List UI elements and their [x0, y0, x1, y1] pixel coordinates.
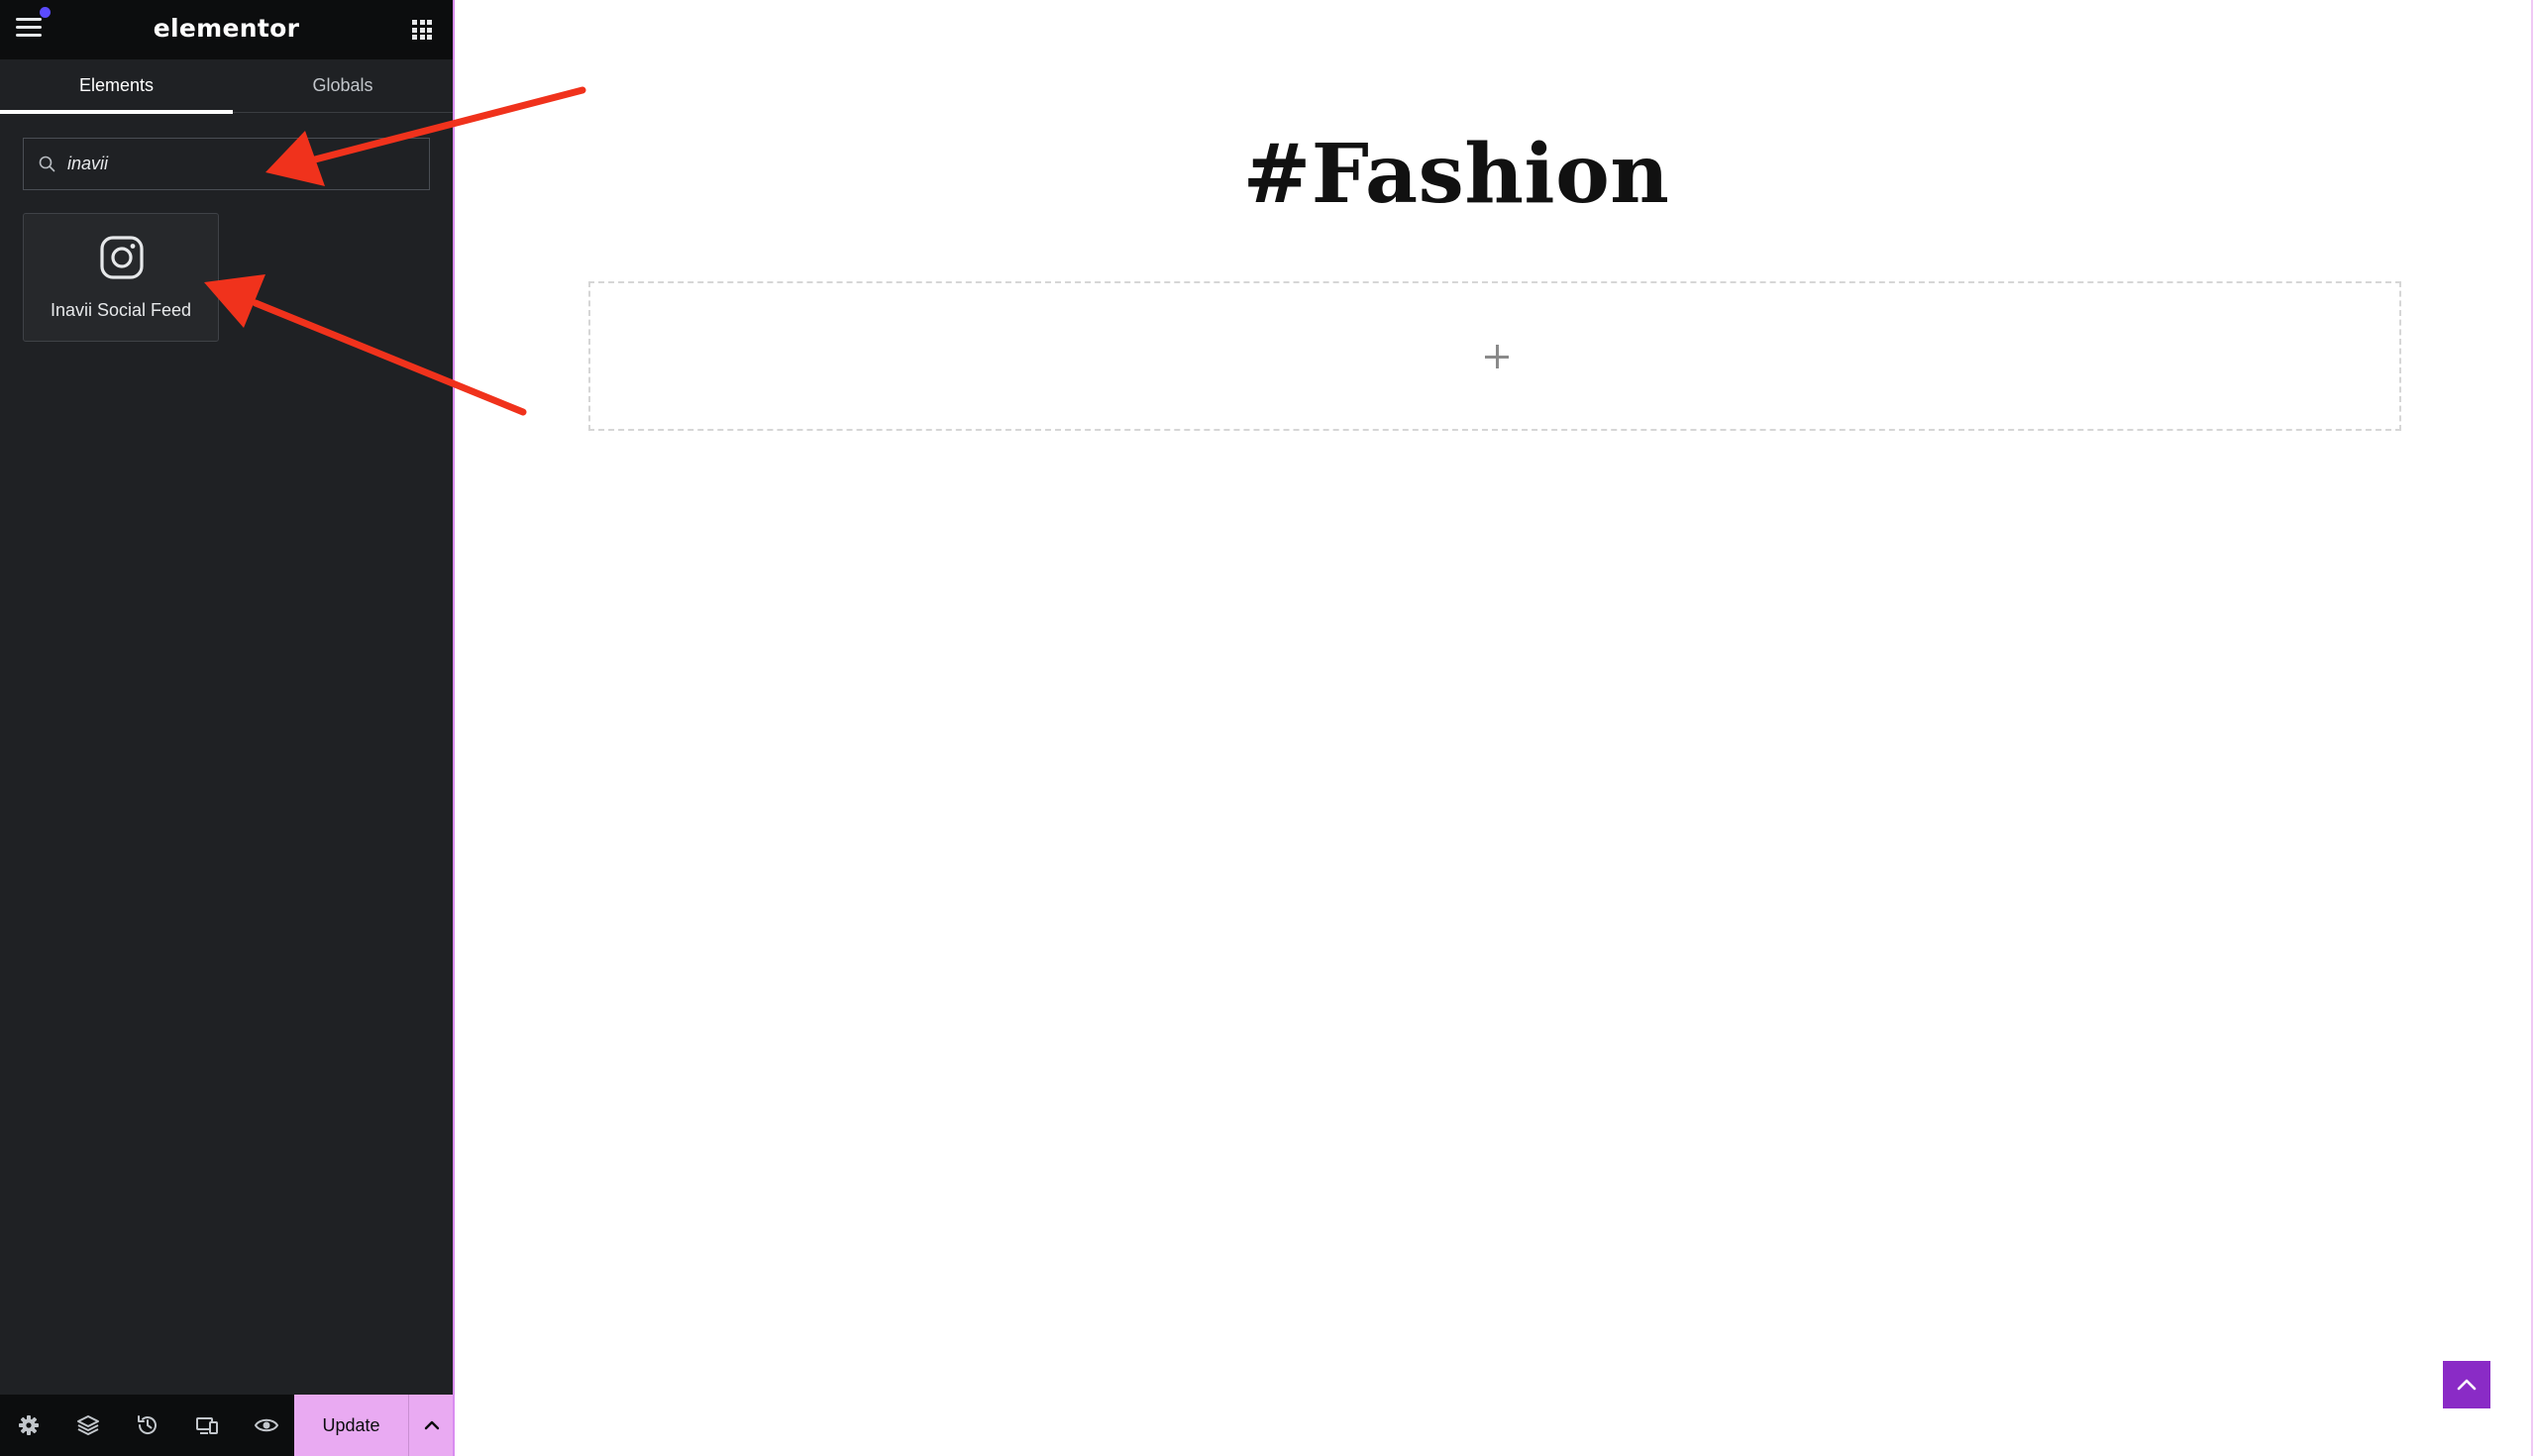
panel-header: elementor — [0, 0, 453, 59]
layers-icon[interactable] — [75, 1412, 101, 1438]
widgets-grid-icon[interactable] — [412, 20, 432, 40]
settings-icon[interactable] — [16, 1412, 42, 1438]
plus-icon[interactable] — [1485, 345, 1511, 370]
update-button[interactable]: Update — [294, 1395, 408, 1456]
tab-elements[interactable]: Elements — [0, 59, 233, 114]
responsive-icon[interactable] — [194, 1412, 220, 1438]
add-section-dropzone[interactable] — [588, 281, 2401, 431]
canvas-right-border — [2531, 0, 2533, 1456]
page-heading[interactable]: #Fashion — [1060, 127, 1852, 222]
tab-globals[interactable]: Globals — [233, 59, 453, 113]
history-icon[interactable] — [135, 1412, 160, 1438]
chevron-up-icon — [424, 1420, 440, 1430]
scroll-to-top-button[interactable] — [2443, 1361, 2490, 1408]
elementor-editor: elementor Elements Globals Inavii Social… — [0, 0, 2536, 1456]
panel-footer: Update — [0, 1395, 453, 1456]
instagram-icon — [100, 236, 144, 279]
elements-panel: elementor Elements Globals Inavii Social… — [0, 0, 453, 1456]
widget-label: Inavii Social Feed — [50, 300, 192, 320]
search-icon — [39, 156, 55, 172]
search-input[interactable] — [67, 139, 414, 189]
app-logo: elementor — [153, 14, 300, 43]
chevron-up-icon — [2457, 1379, 2477, 1391]
eye-icon[interactable] — [254, 1412, 279, 1438]
panel-tabs: Elements Globals — [0, 59, 453, 114]
widget-search — [23, 138, 430, 190]
update-options-button[interactable] — [408, 1395, 453, 1456]
widget-inavii-social-feed[interactable]: Inavii Social Feed — [23, 213, 219, 342]
